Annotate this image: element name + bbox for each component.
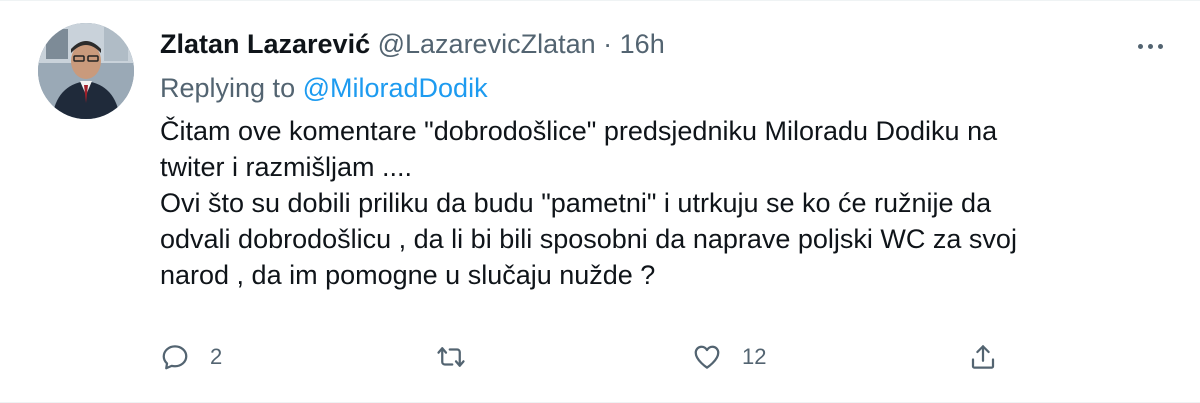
retweet-icon [437,347,465,367]
author-name[interactable]: Zlatan Lazarević [160,29,370,59]
like-count: 12 [742,344,767,369]
tweet-header: Zlatan Lazarević @LazarevicZlatan · 16h [160,27,665,61]
heart-icon [694,345,720,369]
replying-to: Replying to @MiloradDodik [160,71,488,105]
more-options-button[interactable] [1130,31,1170,61]
share-button[interactable] [968,337,998,377]
more-horizontal-icon [1137,43,1143,49]
separator-dot: · [603,29,613,59]
like-button[interactable]: 12 [692,337,766,377]
tweet-text: Čitam ove komentare "dobrodošlice" preds… [160,113,1160,293]
tweet-text-line: odvali dobrodošlicu , da li bi bili spos… [160,224,1017,254]
share-icon [971,345,995,369]
tweet-text-line: Čitam ove komentare "dobrodošlice" preds… [160,116,998,146]
avatar-image [38,23,134,119]
more-horizontal-icon-dot [1157,43,1163,49]
avatar[interactable] [38,23,134,119]
tweet-text-line: twiter i razmišljam .... [160,152,413,182]
reply-button[interactable]: 2 [160,337,222,377]
tweet-actions: 2 12 [160,337,1040,377]
reply-count: 2 [210,344,223,369]
replying-to-label: Replying to [160,73,296,103]
tweet-text-line: narod , da im pomogne u slučaju nužde ? [160,260,656,290]
retweet-button[interactable] [436,337,486,377]
more-horizontal-icon-dot [1147,43,1153,49]
replying-to-link[interactable]: @MiloradDodik [303,73,488,103]
tweet-text-line: Ovi što su dobili priliku da budu "pamet… [160,188,992,218]
comment-icon [162,345,188,370]
tweet-time[interactable]: 16h [620,29,665,59]
author-handle[interactable]: @LazarevicZlatan [378,29,596,59]
tweet[interactable]: Zlatan Lazarević @LazarevicZlatan · 16h … [0,0,1200,403]
